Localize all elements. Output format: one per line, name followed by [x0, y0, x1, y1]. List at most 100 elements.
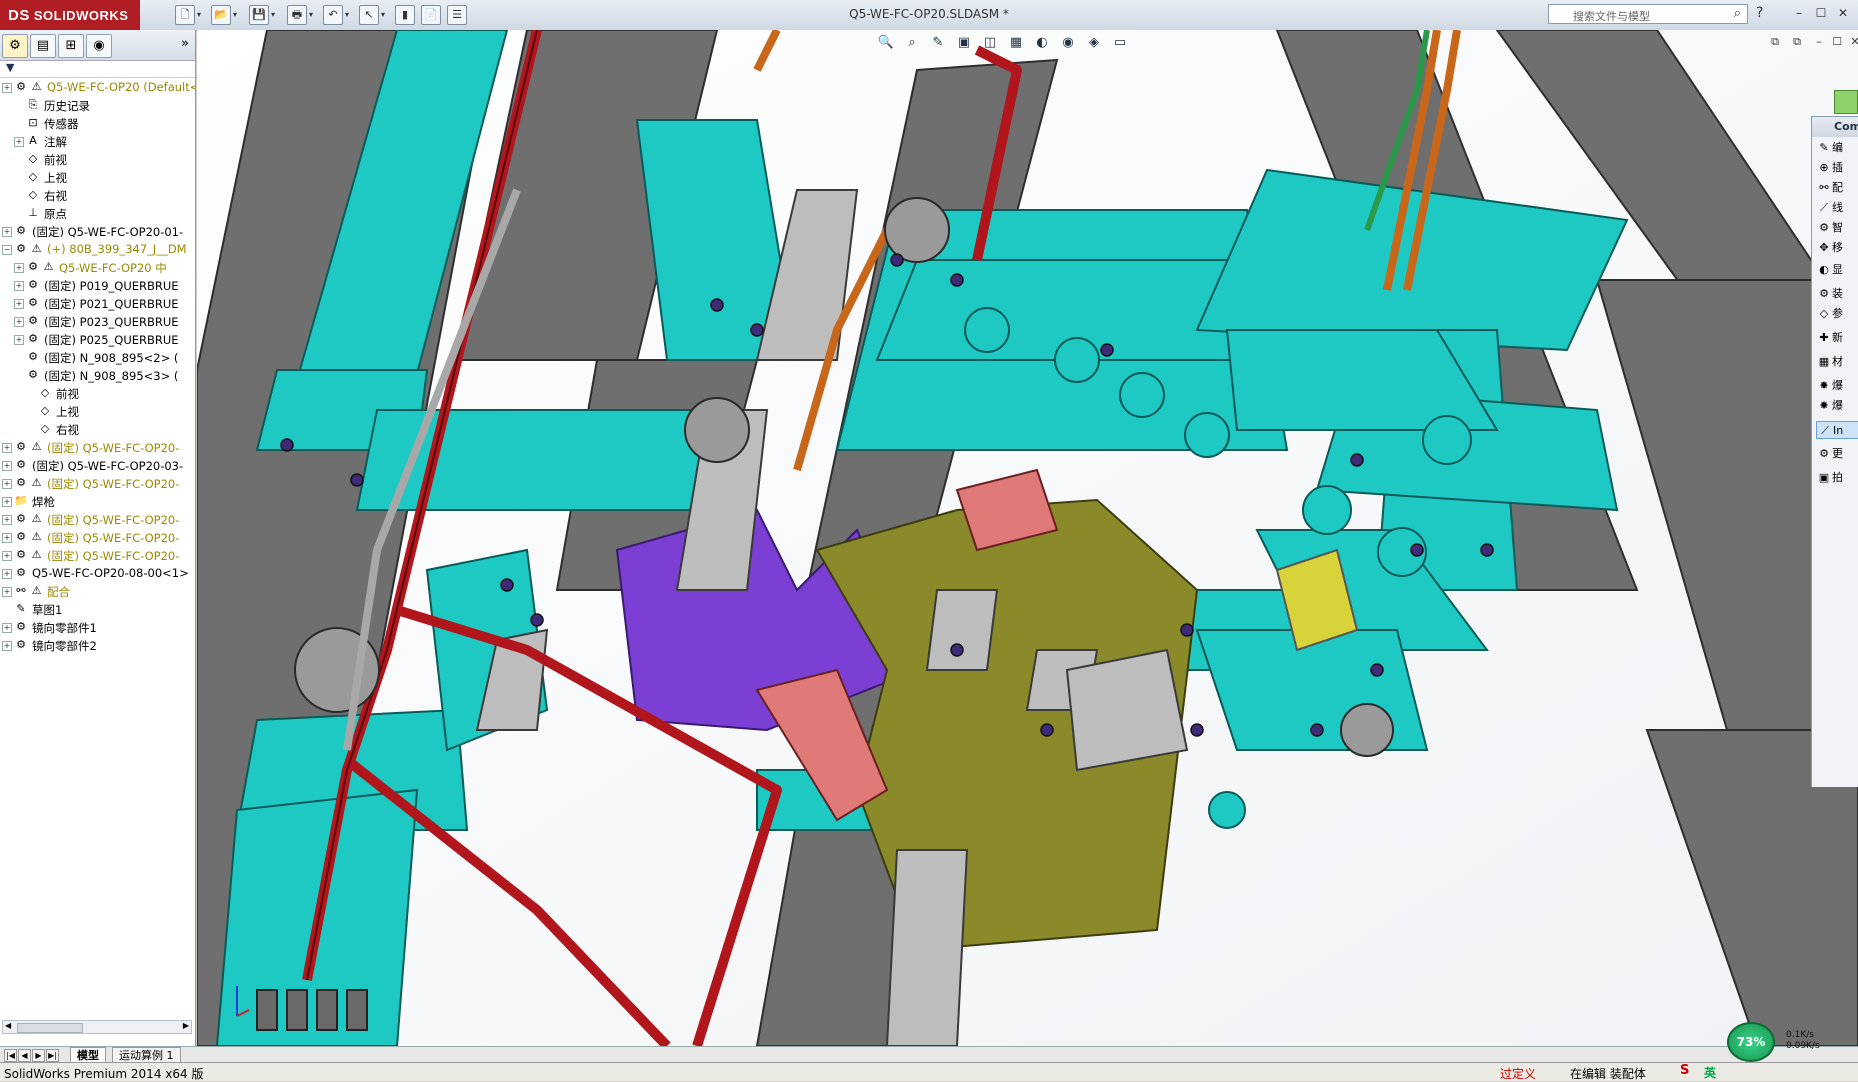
tree-item[interactable]: ◇ 上视 [0, 402, 195, 420]
scroll-right-icon[interactable]: ▶ [183, 1021, 189, 1030]
expand-icon[interactable]: + [14, 263, 24, 273]
new-icon[interactable]: 🗋 [175, 5, 195, 25]
tree-item[interactable]: + ⚙ (固定) P019_QUERBRUE [0, 276, 195, 294]
ime-language[interactable]: 英 [1704, 1064, 1716, 1081]
configuration-manager-tab[interactable]: ⊞ [58, 34, 84, 58]
display-style-icon[interactable]: ▦ [1007, 34, 1025, 52]
scroll-left-icon[interactable]: ◀ [5, 1021, 11, 1030]
tree-item[interactable]: ⚙ (固定) N_908_895<3> ( [0, 366, 195, 384]
file-properties-icon[interactable]: 📄 [421, 5, 441, 25]
tree-item[interactable]: ⊥ 原点 [0, 204, 195, 222]
task-pane-item[interactable]: ▣ 拍 [1816, 469, 1858, 487]
expand-icon[interactable]: + [14, 335, 24, 345]
scene-icon[interactable]: ◈ [1085, 34, 1103, 52]
minimize-button[interactable]: – [1790, 4, 1808, 22]
expand-icon[interactable]: + [2, 83, 12, 93]
task-pane-top-button[interactable] [1834, 90, 1858, 114]
tree-item[interactable]: + ⚙ ⚠ (固定) Q5-WE-FC-OP20- [0, 438, 195, 456]
zoom-area-icon[interactable]: ⌕ [903, 34, 921, 52]
expand-icon[interactable]: + [14, 317, 24, 327]
doc-minimize-button[interactable]: – [1811, 34, 1827, 50]
tree-filter[interactable]: ▼ [0, 61, 195, 78]
first-tab-icon[interactable]: |◀ [4, 1049, 17, 1062]
select-icon[interactable]: ↖ [359, 5, 379, 25]
tree-item[interactable]: + ⚙ (固定) Q5-WE-FC-OP20-01- [0, 222, 195, 240]
search-box[interactable]: 搜索文件与模型 ⌕ [1548, 4, 1748, 24]
expand-icon[interactable]: + [2, 587, 12, 597]
tree-horizontal-scrollbar[interactable]: ◀ ▶ [2, 1020, 192, 1034]
task-pane-item[interactable]: ✚ 新 [1816, 329, 1858, 347]
dropdown-arrow-icon[interactable]: ▾ [309, 10, 313, 19]
tree-item[interactable]: + ⚙ (固定) P025_QUERBRUE [0, 330, 195, 348]
zoom-to-fit-icon[interactable]: 🔍 [877, 34, 895, 52]
tree-item[interactable]: + ⚙ ⚠ (固定) Q5-WE-FC-OP20- [0, 510, 195, 528]
dropdown-arrow-icon[interactable]: ▾ [345, 10, 349, 19]
expand-icon[interactable]: + [2, 479, 12, 489]
dropdown-arrow-icon[interactable]: ▾ [197, 10, 201, 19]
undo-icon[interactable]: ↶ [323, 5, 343, 25]
print-icon[interactable]: 🖶 [287, 5, 307, 25]
tree-item[interactable]: ◇ 前视 [0, 384, 195, 402]
tree-item[interactable]: ◇ 前视 [0, 150, 195, 168]
rebuild-icon[interactable]: ▮ [395, 5, 415, 25]
tree-item[interactable]: ◇ 右视 [0, 420, 195, 438]
task-pane-item[interactable]: ◐ 显 [1816, 261, 1858, 279]
expand-icon[interactable]: + [2, 641, 12, 651]
expand-icon[interactable]: + [2, 461, 12, 471]
expand-icon[interactable]: + [2, 497, 12, 507]
tree-item[interactable]: + ⚙ ⚠ (固定) Q5-WE-FC-OP20- [0, 474, 195, 492]
previous-view-icon[interactable]: ✎ [929, 34, 947, 52]
tree-item[interactable]: + A 注解 [0, 132, 195, 150]
expand-icon[interactable]: + [2, 551, 12, 561]
help-icon[interactable]: ? [1756, 5, 1763, 21]
feature-manager-tab[interactable]: ⚙ [2, 34, 28, 58]
ime-logo-icon[interactable]: S [1680, 1063, 1689, 1078]
task-pane-item[interactable]: ⊕ 插 [1816, 159, 1858, 177]
task-pane-item[interactable]: ✸ 爆 [1816, 377, 1858, 395]
expand-icon[interactable]: + [2, 533, 12, 543]
tree-item[interactable]: + ⚙ ⚠ Q5-WE-FC-OP20 (Default< [0, 78, 195, 96]
maximize-button[interactable]: ☐ [1812, 4, 1830, 22]
view-orientation-icon[interactable]: ◫ [981, 34, 999, 52]
tree-item[interactable]: ⎘ 历史记录 [0, 96, 195, 114]
solidworks-logo[interactable]: DS SOLIDWORKS [0, 0, 140, 30]
save-icon[interactable]: 💾 [249, 5, 269, 25]
expand-icon[interactable]: + [2, 443, 12, 453]
expand-panel-icon[interactable]: » [181, 36, 189, 51]
task-pane-item[interactable]: ⚙ 更 [1816, 445, 1858, 463]
assembly-model-render[interactable] [197, 30, 1858, 1046]
tree-item[interactable]: + ⚙ 镜向零部件1 [0, 618, 195, 636]
task-pane-item[interactable]: ✎ 编 [1816, 139, 1858, 157]
close-button[interactable]: ✕ [1834, 4, 1852, 22]
tile-view-icon[interactable]: ⧉ [1789, 34, 1805, 50]
open-icon[interactable]: 📂 [211, 5, 231, 25]
property-manager-tab[interactable]: ▤ [30, 34, 56, 58]
doc-close-button[interactable]: ✕ [1847, 34, 1858, 50]
tree-item[interactable]: ◇ 右视 [0, 186, 195, 204]
options-icon[interactable]: ☰ [447, 5, 467, 25]
tree-item[interactable]: − ⚙ ⚠ (+) 80B_399_347_J__DM [0, 240, 195, 258]
expand-icon[interactable]: + [14, 137, 24, 147]
dropdown-arrow-icon[interactable]: ▾ [271, 10, 275, 19]
tree-item[interactable]: ◇ 上视 [0, 168, 195, 186]
view-settings-icon[interactable]: ▭ [1111, 34, 1129, 52]
display-manager-tab[interactable]: ◉ [86, 34, 112, 58]
task-pane-item[interactable]: ⟋ 线 [1816, 199, 1858, 217]
filter-icon[interactable]: ▼ [6, 61, 14, 74]
task-pane-item[interactable]: ▦ 材 [1816, 353, 1858, 371]
task-pane-item[interactable]: ◇ 参 [1816, 305, 1858, 323]
expand-icon[interactable]: + [2, 515, 12, 525]
prev-tab-icon[interactable]: ◀ [18, 1049, 31, 1062]
tree-item[interactable]: + ⚯ ⚠ 配合 [0, 582, 195, 600]
expand-icon[interactable]: + [2, 623, 12, 633]
task-pane-item[interactable]: ⚙ 装 [1816, 285, 1858, 303]
tree-item[interactable]: + ⚙ Q5-WE-FC-OP20-08-00<1> [0, 564, 195, 582]
split-view-icon[interactable]: ⧉ [1767, 34, 1783, 50]
graphics-area[interactable]: 🔍 ⌕ ✎ ▣ ◫ ▦ ◐ ◉ ◈ ▭ ⧉ ⧉ – ☐ ✕ [197, 30, 1858, 1046]
hide-show-icon[interactable]: ◐ [1033, 34, 1051, 52]
task-pane-item[interactable]: ✥ 移 [1816, 239, 1858, 257]
task-pane-item[interactable]: ⟋ In [1816, 421, 1858, 439]
edit-appearance-icon[interactable]: ◉ [1059, 34, 1077, 52]
task-pane-item[interactable]: ⚯ 配 [1816, 179, 1858, 197]
overdefined-status[interactable]: 过定义 [1500, 1065, 1536, 1082]
